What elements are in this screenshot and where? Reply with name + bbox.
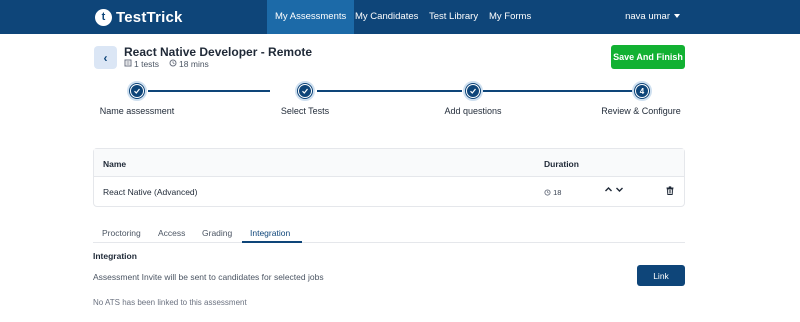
- test-name: React Native (Advanced): [103, 187, 198, 197]
- test-duration-value: 18: [553, 188, 562, 197]
- move-up-icon[interactable]: [604, 185, 613, 196]
- step-3-label: Add questions: [444, 106, 502, 116]
- nav-tab-my-candidates[interactable]: My Candidates: [347, 0, 426, 34]
- step-1-check-icon[interactable]: [127, 81, 147, 101]
- clock-icon: [169, 59, 177, 69]
- table-header: Name Duration: [94, 149, 684, 177]
- chevron-down-icon: [674, 14, 680, 19]
- nav-tab-my-assessments[interactable]: My Assessments: [267, 0, 355, 34]
- tab-grading[interactable]: Grading: [202, 228, 232, 238]
- step-1-label: Name assessment: [99, 106, 175, 116]
- tab-proctoring[interactable]: Proctoring: [102, 228, 141, 238]
- active-tab-indicator: [242, 241, 302, 243]
- back-button[interactable]: ‹: [94, 46, 117, 69]
- tests-icon: [124, 59, 132, 69]
- integration-description: Assessment Invite will be sent to candid…: [93, 272, 324, 282]
- step-4-number: 4: [635, 84, 649, 98]
- user-menu[interactable]: nava umar: [625, 0, 680, 34]
- column-header-name: Name: [103, 159, 127, 169]
- integration-status-note: No ATS has been linked to this assessmen…: [93, 298, 247, 307]
- step-4-label: Review & Configure: [601, 106, 681, 116]
- save-and-finish-button[interactable]: Save And Finish: [611, 45, 685, 69]
- step-2-check-icon[interactable]: [295, 81, 315, 101]
- tab-access[interactable]: Access: [158, 228, 185, 238]
- settings-tabs: Proctoring Access Grading Integration: [93, 224, 685, 243]
- trash-icon[interactable]: [666, 186, 674, 195]
- step-connector: [483, 90, 633, 92]
- test-duration: 18: [544, 188, 561, 197]
- step-4-current[interactable]: 4: [632, 81, 652, 101]
- logo-icon: t: [95, 8, 112, 26]
- step-2-label: Select Tests: [280, 106, 330, 116]
- step-connector: [317, 90, 462, 92]
- user-name: nava umar: [625, 11, 670, 22]
- step-connector: [148, 90, 270, 92]
- assessment-meta: 1 tests 18 mins: [124, 59, 209, 69]
- tests-table: Name Duration React Native (Advanced) 18: [93, 148, 685, 207]
- tests-count: 1 tests: [134, 59, 160, 69]
- column-header-duration: Duration: [544, 159, 579, 169]
- duration-total: 18 mins: [179, 59, 209, 69]
- step-3-check-icon[interactable]: [463, 81, 483, 101]
- nav-tab-my-forms[interactable]: My Forms: [481, 0, 539, 34]
- nav-tab-test-library[interactable]: Test Library: [421, 0, 486, 34]
- clock-icon: [544, 189, 551, 196]
- integration-heading: Integration: [93, 251, 137, 261]
- move-down-icon[interactable]: [615, 185, 624, 196]
- tab-integration[interactable]: Integration: [250, 228, 290, 238]
- logo-text: TestTrick: [116, 8, 183, 26]
- link-button[interactable]: Link: [637, 265, 685, 286]
- table-row: React Native (Advanced) 18: [94, 178, 684, 206]
- testtrick-logo[interactable]: t TestTrick: [95, 7, 183, 27]
- back-arrow-icon: ‹: [103, 50, 108, 65]
- page-title: React Native Developer - Remote: [124, 45, 313, 59]
- top-nav-bar: t TestTrick My Assessments My Candidates…: [0, 0, 800, 34]
